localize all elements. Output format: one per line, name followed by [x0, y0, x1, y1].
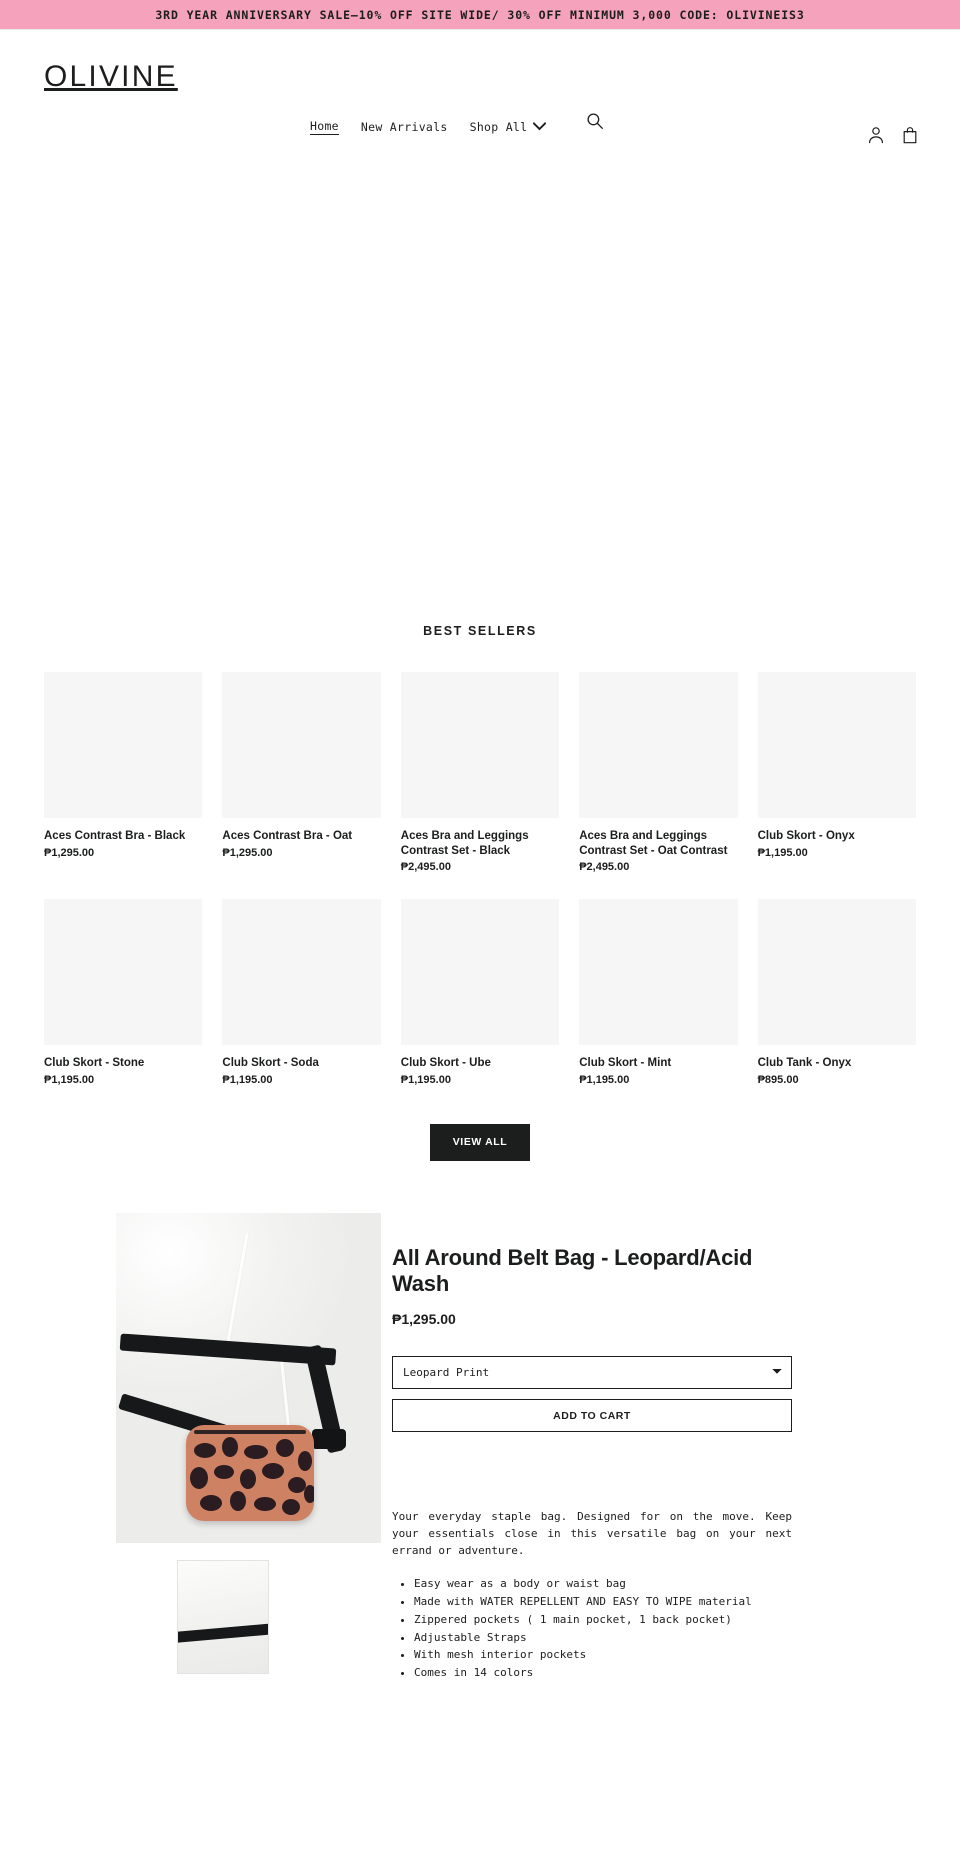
- product-card[interactable]: Aces Bra and Leggings Contrast Set - Oat…: [579, 672, 738, 874]
- product-title: Aces Contrast Bra - Black: [44, 830, 186, 842]
- best-sellers-section: BEST SELLERS Aces Contrast Bra - Black ₱…: [0, 624, 960, 1161]
- product-title: Club Skort - Ube: [400, 1057, 491, 1070]
- featured-product-description: Your everyday staple bag. Designed for o…: [392, 1510, 792, 1558]
- hero-banner[interactable]: [0, 106, 960, 614]
- featured-product-image[interactable]: [116, 1212, 381, 1543]
- product-price: ₱1,195.00: [400, 1074, 451, 1087]
- variant-select[interactable]: Leopard Print: [392, 1356, 792, 1390]
- product-price: ₱1,195.00: [579, 1074, 630, 1087]
- product-price: ₱1,295.00: [44, 846, 95, 859]
- product-image: [222, 899, 381, 1046]
- view-all-container: VIEW ALL: [44, 1124, 916, 1161]
- view-all-button[interactable]: VIEW ALL: [429, 1124, 531, 1161]
- product-card[interactable]: Club Skort - Ube ₱1,195.00: [400, 899, 560, 1087]
- main-navigation: Home New Arrivals Shop All: [310, 118, 547, 136]
- nav-item-new-arrivals[interactable]: New Arrivals: [361, 120, 448, 134]
- nav-item-home[interactable]: Home: [310, 119, 339, 135]
- product-card[interactable]: Club Skort - Mint ₱1,195.00: [579, 899, 738, 1087]
- featured-product-title: All Around Belt Bag - Leopard/Acid Wash: [392, 1244, 753, 1297]
- product-card[interactable]: Club Skort - Soda ₱1,195.00: [222, 899, 381, 1087]
- product-price: ₱2,495.00: [400, 861, 451, 874]
- product-image: [222, 672, 381, 818]
- product-title: Aces Contrast Bra - Oat: [222, 830, 353, 842]
- featured-product-price: ₱1,295.00: [392, 1311, 456, 1328]
- product-price: ₱1,295.00: [222, 846, 273, 859]
- product-price: ₱895.00: [757, 1074, 799, 1087]
- account-icon[interactable]: [866, 126, 886, 146]
- nav-item-shop-all[interactable]: Shop All: [470, 118, 547, 136]
- section-title-best-sellers: BEST SELLERS: [423, 624, 537, 638]
- announcement-text: 3RD YEAR ANNIVERSARY SALE—10% OFF SITE W…: [155, 7, 805, 22]
- product-card[interactable]: Club Skort - Stone ₱1,195.00: [44, 899, 203, 1087]
- product-title: Club Skort - Onyx: [757, 830, 855, 842]
- featured-product-details: All Around Belt Bag - Leopard/Acid Wash …: [392, 1213, 792, 1683]
- featured-product-gallery: [44, 1212, 381, 1674]
- featured-product-features: Easy wear as a body or waist bag Made wi…: [392, 1576, 792, 1681]
- product-card[interactable]: Club Tank - Onyx ₱895.00: [757, 899, 916, 1087]
- product-grid: Aces Contrast Bra - Black ₱1,295.00 Aces…: [44, 672, 916, 1086]
- product-price: ₱1,195.00: [44, 1074, 95, 1087]
- product-title: Club Tank - Onyx: [757, 1057, 852, 1070]
- product-image: [579, 672, 738, 818]
- featured-product-thumbnail[interactable]: [177, 1559, 269, 1674]
- product-price: ₱1,195.00: [222, 1074, 273, 1087]
- feature-item: Made with WATER REPELLENT AND EASY TO WI…: [414, 1594, 792, 1611]
- product-card[interactable]: Club Skort - Onyx ₱1,195.00: [757, 672, 916, 873]
- product-price: ₱2,495.00: [579, 861, 630, 874]
- product-image: [400, 899, 560, 1046]
- bag-buckle: [312, 1428, 346, 1449]
- site-header: OLIVINE Home New Arrivals Shop All: [0, 30, 960, 144]
- feature-item: Easy wear as a body or waist bag: [414, 1576, 792, 1593]
- thumbnail-background: [178, 1560, 268, 1673]
- featured-product-section: All Around Belt Bag - Leopard/Acid Wash …: [0, 1212, 960, 1683]
- feature-item: Zippered pockets ( 1 main pocket, 1 back…: [414, 1612, 792, 1629]
- product-title: Club Skort - Mint: [579, 1057, 672, 1070]
- product-image: [579, 899, 738, 1046]
- product-image: [44, 899, 203, 1046]
- product-image: [757, 899, 916, 1046]
- product-image: [757, 672, 916, 818]
- bag-pouch: [186, 1424, 314, 1521]
- product-title: Aces Bra and Leggings Contrast Set - Oat…: [579, 830, 728, 857]
- product-image: [400, 672, 560, 818]
- site-logo[interactable]: OLIVINE: [44, 62, 178, 92]
- product-price: ₱1,195.00: [757, 846, 808, 859]
- cart-icon[interactable]: [900, 126, 920, 146]
- product-card[interactable]: Aces Contrast Bra - Oat ₱1,295.00: [222, 672, 381, 873]
- feature-item: Comes in 14 colors: [414, 1665, 792, 1682]
- announcement-bar: 3RD YEAR ANNIVERSARY SALE—10% OFF SITE W…: [0, 0, 960, 30]
- product-title: Club Skort - Soda: [222, 1057, 319, 1070]
- product-card[interactable]: Aces Contrast Bra - Black ₱1,295.00: [44, 672, 203, 873]
- product-title: Club Skort - Stone: [44, 1057, 145, 1070]
- feature-item: Adjustable Straps: [414, 1630, 792, 1647]
- product-image: [44, 672, 203, 818]
- product-card[interactable]: Aces Bra and Leggings Contrast Set - Bla…: [400, 672, 560, 874]
- feature-item: With mesh interior pockets: [414, 1647, 792, 1664]
- nav-item-shop-all-label[interactable]: Shop All: [470, 120, 528, 134]
- product-title: Aces Bra and Leggings Contrast Set - Bla…: [400, 830, 529, 857]
- search-icon[interactable]: [585, 112, 605, 132]
- chevron-down-icon: [533, 118, 547, 136]
- bag-zipper: [194, 1429, 306, 1434]
- header-actions: [866, 126, 920, 146]
- add-to-cart-button[interactable]: ADD TO CART: [392, 1399, 792, 1433]
